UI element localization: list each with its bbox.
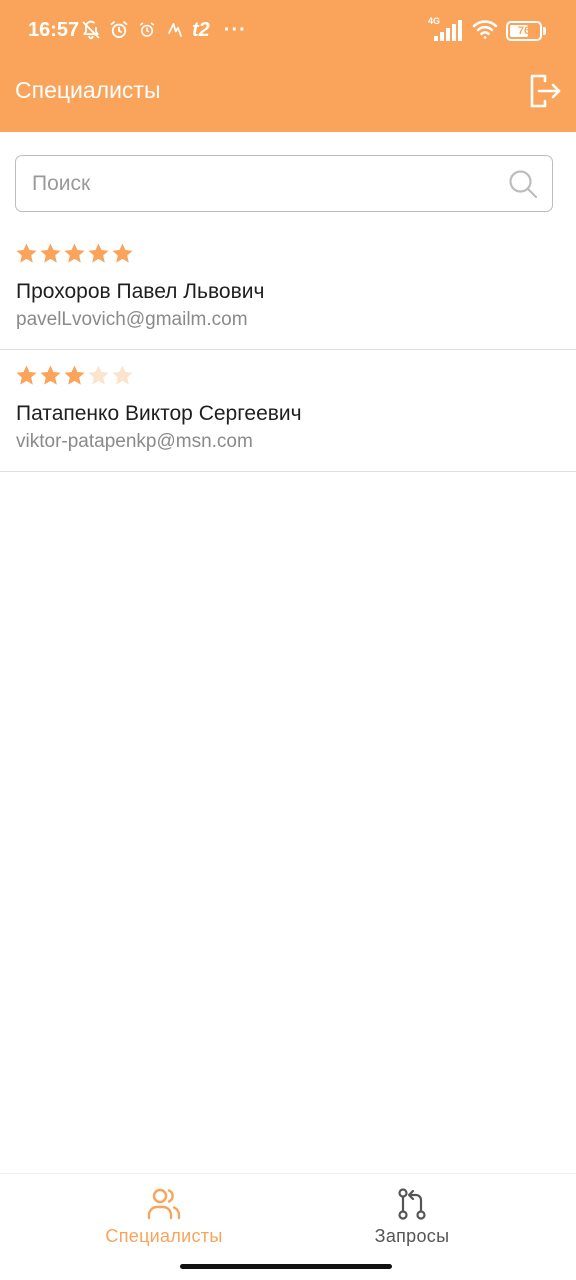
home-indicator bbox=[180, 1264, 392, 1269]
specialist-name: Прохоров Павел Львович bbox=[16, 280, 265, 303]
status-right-icons: 4G 76 bbox=[428, 16, 546, 45]
star-filled-icon bbox=[64, 365, 85, 385]
star-filled-icon bbox=[40, 365, 61, 385]
bell-off-icon bbox=[80, 19, 102, 41]
tab-requests[interactable]: Запросы bbox=[268, 1174, 556, 1260]
star-empty-icon bbox=[88, 365, 109, 385]
search-box bbox=[15, 155, 553, 212]
star-filled-icon bbox=[64, 243, 85, 263]
status-left-icons: t2 ··· bbox=[80, 17, 247, 43]
logout-icon bbox=[530, 74, 561, 108]
star-filled-icon bbox=[16, 243, 37, 263]
wifi-icon bbox=[472, 18, 498, 45]
tab-label: Специалисты bbox=[105, 1226, 223, 1246]
battery-level: 76 bbox=[517, 25, 531, 37]
alarm-clock-icon bbox=[108, 19, 130, 41]
specialist-item[interactable]: Прохоров Павел Львович pavelLvovich@gmai… bbox=[0, 228, 576, 350]
specialist-email: pavelLvovich@gmailm.com bbox=[16, 309, 248, 330]
star-filled-icon bbox=[112, 243, 133, 263]
carrier-label: t2 bbox=[192, 18, 210, 41]
status-bar: 16:57 t2 ··· 4G 76 bbox=[0, 0, 576, 60]
tab-label: Запросы bbox=[374, 1226, 450, 1246]
specialist-email: viktor-patapenkp@msn.com bbox=[16, 431, 253, 452]
git-compare-icon bbox=[398, 1188, 426, 1220]
cellular-signal-icon: 4G bbox=[428, 16, 464, 43]
activity-icon bbox=[164, 19, 186, 41]
alarm-clock-small-icon bbox=[136, 19, 158, 41]
specialist-item[interactable]: Патапенко Виктор Сергеевич viktor-patape… bbox=[0, 350, 576, 472]
star-empty-icon bbox=[112, 365, 133, 385]
more-notifications-icon: ··· bbox=[223, 18, 247, 41]
rating-stars bbox=[15, 364, 134, 388]
tab-specialists[interactable]: Специалисты bbox=[20, 1174, 308, 1260]
specialist-name: Патапенко Виктор Сергеевич bbox=[16, 402, 302, 425]
app-header: 16:57 t2 ··· 4G 76 Специалисты bbox=[0, 0, 576, 132]
star-filled-icon bbox=[40, 243, 61, 263]
search-icon[interactable] bbox=[508, 169, 538, 199]
users-icon bbox=[147, 1188, 181, 1220]
logout-button[interactable] bbox=[528, 72, 562, 110]
specialist-list: Прохоров Павел Львович pavelLvovich@gmai… bbox=[0, 228, 576, 472]
star-filled-icon bbox=[16, 365, 37, 385]
rating-stars bbox=[15, 242, 134, 266]
star-filled-icon bbox=[88, 243, 109, 263]
page-title: Специалисты bbox=[15, 77, 161, 103]
search-input[interactable] bbox=[30, 156, 504, 212]
battery-icon: 76 bbox=[506, 21, 546, 41]
status-time: 16:57 bbox=[28, 19, 80, 41]
